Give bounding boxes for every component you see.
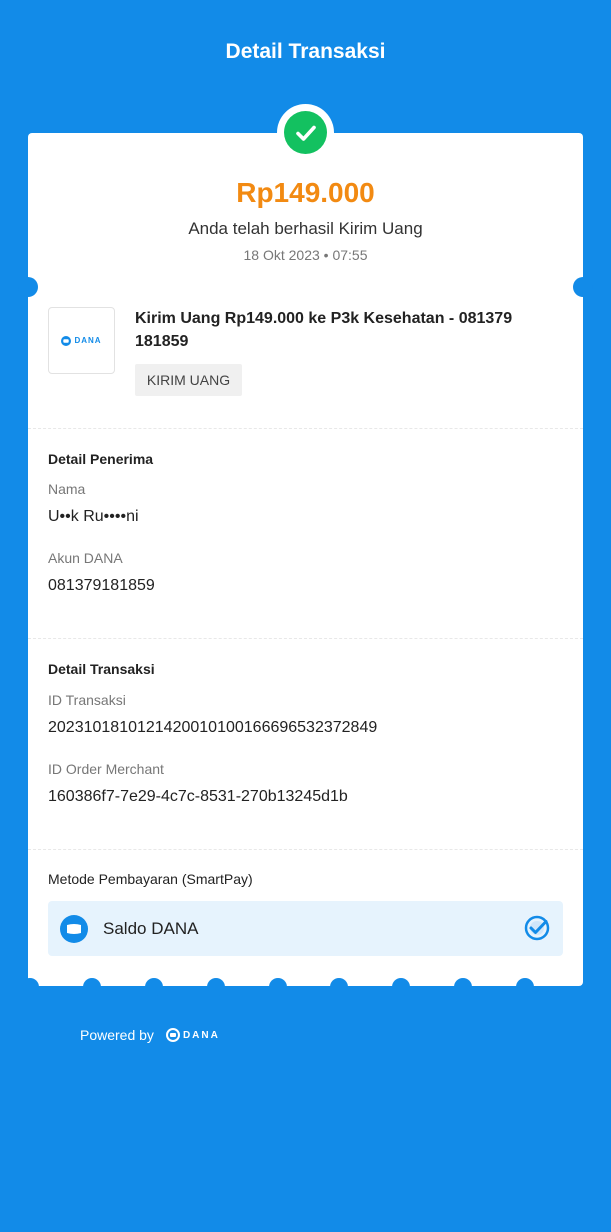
recipient-section-title: Detail Penerima (48, 451, 154, 467)
ticket-edge-scallop (207, 978, 225, 996)
ticket-edge-scallop (83, 978, 101, 996)
dana-logo-icon (165, 1028, 180, 1042)
ticket-edge-scallop (269, 978, 287, 996)
powered-by-text: Powered by (80, 1027, 154, 1043)
ticket-edge-scallop (454, 978, 472, 996)
receipt-card: Rp149.000 Anda telah berhasil Kirim Uang… (28, 133, 583, 986)
merchant-logo-text: DANA (74, 336, 102, 345)
merchant-logo: DANA (48, 307, 115, 374)
selected-check-icon (524, 915, 550, 941)
merchant-order-id-value: 160386f7-7e29-4c7c-8531-270b13245d1b (48, 788, 348, 805)
payment-method-option[interactable]: Saldo DANA (48, 901, 563, 956)
section-divider (28, 638, 583, 639)
transaction-id-label: ID Transaksi (48, 692, 126, 708)
page-title: Detail Transaksi (225, 40, 386, 63)
powered-by-footer: Powered by DANA (80, 1027, 220, 1043)
recipient-account-label: Akun DANA (48, 550, 123, 566)
footer-dana-logo: DANA (165, 1028, 220, 1042)
ticket-notch-right (573, 277, 593, 297)
ticket-edge-scallop (21, 978, 39, 996)
transaction-type-badge: KIRIM UANG (135, 364, 242, 396)
section-divider (28, 428, 583, 429)
transaction-status: Anda telah berhasil Kirim Uang (188, 219, 423, 238)
merchant-order-id-label: ID Order Merchant (48, 761, 164, 777)
check-circle-icon (284, 111, 327, 154)
transaction-amount: Rp149.000 (236, 177, 375, 208)
dana-logo-icon (61, 335, 72, 346)
footer-logo-text: DANA (182, 1029, 220, 1041)
transaction-details-section-title: Detail Transaksi (48, 661, 155, 677)
dana-wallet-icon (60, 915, 88, 943)
ticket-edge-scallop (516, 978, 534, 996)
ticket-notch-left (18, 277, 38, 297)
recipient-account-value: 081379181859 (48, 577, 155, 594)
recipient-name-label: Nama (48, 481, 86, 497)
transaction-datetime: 18 Okt 2023 • 07:55 (243, 247, 368, 263)
payment-method-label: Saldo DANA (103, 919, 199, 938)
ticket-edge-scallop (145, 978, 163, 996)
ticket-edge-scallop (392, 978, 410, 996)
ticket-edge-scallop (330, 978, 348, 996)
recipient-name-value: U••k Ru••••ni (48, 508, 139, 525)
transaction-id-value: 20231018101214200101001666965323728​49 (48, 719, 378, 736)
section-divider (28, 849, 583, 850)
transaction-title: Kirim Uang Rp149.000 ke P3k Kesehatan - … (135, 310, 513, 350)
payment-method-title: Metode Pembayaran (SmartPay) (48, 871, 253, 887)
